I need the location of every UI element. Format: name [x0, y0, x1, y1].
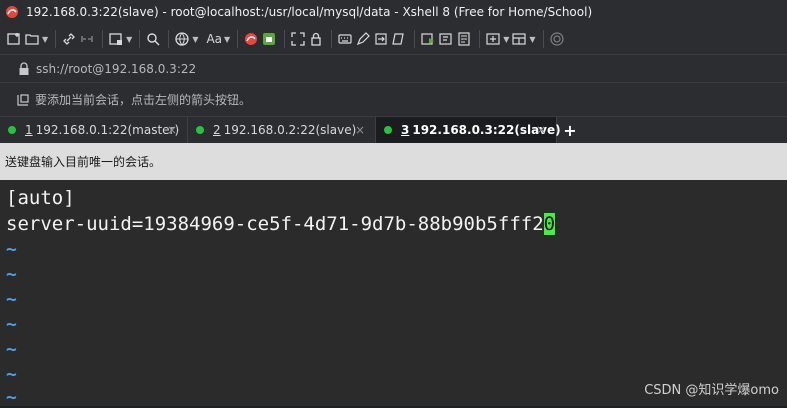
pen-icon[interactable]: [355, 28, 371, 50]
session-window-icon[interactable]: ▼: [108, 28, 132, 50]
tab-label: 192.168.0.1:22(master): [35, 123, 180, 137]
toolbar-divider: [479, 30, 481, 48]
toolbar-divider: [542, 30, 544, 48]
run-script-icon[interactable]: [420, 28, 436, 50]
search-icon[interactable]: [145, 28, 161, 50]
status-dot: [384, 126, 392, 134]
terminal-line: server-uuid=19384969-ce5f-4d71-9d7b-88b9…: [6, 212, 556, 236]
terminal-output[interactable]: [auto] server-uuid=19384969-ce5f-4d71-9d…: [0, 180, 787, 408]
terminal-line: [auto]: [6, 187, 75, 209]
empty-line-marker: ~: [6, 387, 17, 408]
tab-session-1[interactable]: 1 192.168.0.1:22(master) ×: [0, 117, 188, 143]
empty-line-marker: ~: [6, 289, 17, 310]
terminal-line-text: server-uuid=19384969-ce5f-4d71-9d7b-88b9…: [6, 213, 544, 235]
address-text: ssh://root@192.168.0.3:22: [36, 61, 197, 76]
empty-line-marker: ~: [6, 314, 17, 335]
tab-number: 1: [25, 123, 33, 137]
toolbar-divider: [331, 30, 333, 48]
hint-text: 要添加当前会话，点击左侧的箭头按钮。: [35, 93, 252, 107]
script-icon[interactable]: [391, 28, 407, 50]
session-hint-bar: 要添加当前会话，点击左侧的箭头按钮。: [0, 82, 787, 116]
connect-link-icon[interactable]: [61, 28, 77, 50]
transfer-icon[interactable]: [373, 28, 389, 50]
tab-number: 3: [401, 123, 410, 137]
xshell-red-icon[interactable]: [243, 28, 259, 50]
compose-icon[interactable]: [438, 28, 454, 50]
toolbar-divider: [139, 30, 141, 48]
disconnect-icon[interactable]: [79, 28, 95, 50]
tab-session-2[interactable]: 2 192.168.0.2:22(slave) ×: [188, 117, 376, 143]
tab-session-3[interactable]: 3 192.168.0.3:22(slave) ×: [376, 117, 561, 143]
empty-line-marker: ~: [6, 339, 17, 360]
status-dot: [196, 126, 204, 134]
send-input-text: 送键盘输入目前唯一的会话。: [5, 155, 162, 169]
send-input-bar: 送键盘输入目前唯一的会话。: [0, 143, 787, 180]
add-session-icon[interactable]: [16, 93, 30, 107]
keyboard-icon[interactable]: [337, 28, 353, 50]
terminal-cursor: 0: [543, 213, 556, 235]
globe-icon[interactable]: ▼: [174, 28, 198, 50]
title-bar: 192.168.0.3:22(slave) - root@localhost:/…: [0, 0, 787, 24]
tab-close-button[interactable]: ×: [536, 123, 546, 137]
address-bar[interactable]: ssh://root@192.168.0.3:22: [0, 54, 787, 82]
toolbar: ▼ ▼ ▼ Aa ▼ ▼ ▼: [0, 24, 787, 54]
font-button-label: Aa: [206, 32, 223, 46]
empty-line-marker: ~: [6, 264, 17, 285]
notes-icon[interactable]: [456, 28, 472, 50]
tab-close-button[interactable]: ×: [355, 123, 365, 137]
tab-close-button[interactable]: ×: [167, 123, 177, 137]
layout-icon[interactable]: ▼: [511, 28, 536, 50]
font-button[interactable]: Aa ▼: [206, 28, 230, 50]
lock-icon: [18, 61, 30, 76]
status-dot: [8, 126, 16, 134]
watermark: CSDN @知识学爆omo: [644, 383, 779, 398]
new-tab-icon[interactable]: ▼: [485, 28, 509, 50]
open-folder-icon[interactable]: ▼: [24, 28, 48, 50]
toolbar-divider: [55, 30, 57, 48]
tab-number: 2: [213, 123, 221, 137]
toolbar-divider: [414, 30, 416, 48]
tab-bar: 1 192.168.0.1:22(master) × 2 192.168.0.2…: [0, 116, 787, 143]
toolbar-divider: [102, 30, 104, 48]
toolbar-divider: [168, 30, 170, 48]
xshell-logo-icon: [5, 4, 21, 20]
new-session-icon[interactable]: [6, 28, 22, 50]
toolbar-divider: [284, 30, 286, 48]
lock-icon[interactable]: [308, 28, 324, 50]
tab-label: 192.168.0.2:22(slave): [223, 123, 357, 137]
add-tab-button[interactable]: +: [557, 117, 583, 143]
xftp-green-icon[interactable]: [261, 28, 277, 50]
empty-line-marker: ~: [6, 239, 17, 260]
fullscreen-icon[interactable]: [290, 28, 306, 50]
window-title: 192.168.0.3:22(slave) - root@localhost:/…: [26, 5, 593, 19]
empty-line-marker: ~: [6, 364, 17, 385]
help-icon[interactable]: [549, 28, 565, 50]
toolbar-divider: [237, 30, 239, 48]
